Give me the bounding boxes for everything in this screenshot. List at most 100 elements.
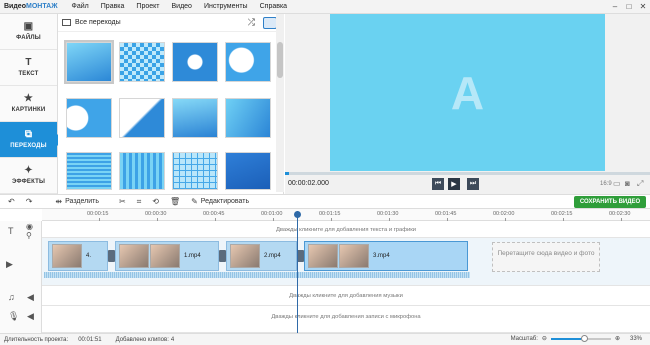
- clip-1[interactable]: 1.mp4: [115, 241, 219, 271]
- sidebar-item-text[interactable]: T ТЕКСТ: [0, 50, 57, 86]
- scale-label: Масштаб:: [510, 335, 538, 342]
- scale-value: 33%: [629, 335, 642, 342]
- close-icon[interactable]: ✕: [636, 2, 650, 11]
- sidebar-item-files[interactable]: ▣ ФАЙЛЫ: [0, 14, 57, 50]
- redo-button[interactable]: ↷: [26, 197, 36, 206]
- sidebar-item-label: ПЕРЕХОДЫ: [10, 143, 47, 149]
- clip-thumbnail: [119, 244, 149, 268]
- crop-icon[interactable]: ▭: [613, 179, 621, 188]
- video-track[interactable]: 4. 1.mp4 2.mp4 3.mp4 Перетащите сюда вид…: [42, 238, 650, 286]
- transition-thumbnail[interactable]: [66, 98, 112, 138]
- crop-icon: ⌗: [136, 196, 142, 206]
- play-icon[interactable]: ▶: [448, 178, 460, 190]
- text-track[interactable]: Дважды кликните для добавления текста и …: [42, 221, 650, 238]
- zoom-slider[interactable]: [550, 334, 611, 342]
- split-label: Разделить: [65, 198, 100, 205]
- zoom-slider-handle[interactable]: [580, 334, 588, 342]
- clip-thumbnail: [150, 244, 180, 268]
- cut-button[interactable]: ✂: [119, 197, 129, 206]
- eye-icon[interactable]: ◉: [26, 222, 33, 231]
- star-icon: ★: [23, 93, 34, 104]
- timecode: 00:00:02.000: [288, 180, 329, 187]
- sidebar-item-label: КАРТИНКИ: [11, 107, 46, 113]
- playhead-knob[interactable]: [294, 211, 301, 218]
- clip-thumbnail: [230, 244, 260, 268]
- transition-thumbnail[interactable]: [119, 152, 165, 190]
- text-track-hint: Дважды кликните для добавления текста и …: [275, 227, 417, 233]
- edit-button[interactable]: ✎ Редактировать: [191, 197, 249, 206]
- fullscreen-icon[interactable]: ⤢: [637, 179, 643, 189]
- sidebar-item-label: ТЕКСТ: [18, 71, 39, 77]
- clip-label: 4.: [86, 253, 92, 259]
- previous-icon[interactable]: ⏮: [432, 178, 444, 190]
- preview-progress[interactable]: [285, 172, 650, 175]
- transition-thumbnail[interactable]: [119, 42, 165, 82]
- clip-3[interactable]: 3.mp4: [304, 241, 468, 271]
- menu-edit[interactable]: Правка: [95, 3, 131, 10]
- maximize-icon[interactable]: □: [622, 2, 636, 11]
- playhead[interactable]: [294, 211, 301, 335]
- clip-2[interactable]: 2.mp4: [226, 241, 297, 271]
- sidebar-item-pictures[interactable]: ★ КАРТИНКИ: [0, 86, 57, 122]
- menu-file[interactable]: Файл: [66, 3, 95, 10]
- transition-thumbnail[interactable]: [66, 152, 112, 190]
- delete-button[interactable]: 🗑: [170, 197, 183, 206]
- transition-marker[interactable]: [219, 250, 226, 262]
- menu-help[interactable]: Справка: [254, 3, 293, 10]
- sidebar-item-label: ЭФФЕКТЫ: [11, 179, 46, 185]
- clip-4[interactable]: 4.: [48, 241, 108, 271]
- music-track[interactable]: Дважды кликните для добавления музыки: [42, 286, 650, 306]
- magic-wand-icon: ✦: [24, 165, 33, 176]
- crop-button[interactable]: ⌗: [137, 197, 145, 207]
- transition-marker[interactable]: [297, 250, 304, 262]
- menu-video[interactable]: Видео: [165, 3, 197, 10]
- transition-thumbnail[interactable]: [225, 98, 271, 138]
- volume-icon[interactable]: ◀: [27, 292, 34, 303]
- transition-marker[interactable]: [108, 250, 115, 262]
- window-controls: – □ ✕: [608, 2, 650, 11]
- save-video-button[interactable]: СОХРАНИТЬ ВИДЕО: [574, 196, 646, 208]
- app-name: ВидеоМОНТАЖ: [4, 3, 58, 10]
- sidebar-item-effects[interactable]: ✦ ЭФФЕКТЫ: [0, 158, 57, 194]
- split-button[interactable]: ⇹ Разделить: [55, 197, 99, 206]
- zoom-control: Масштаб: ⊖ ⊕ 33%: [510, 334, 642, 342]
- ruler-tick-label: 00:01:30: [377, 211, 399, 217]
- link-icon[interactable]: ⚲: [26, 231, 32, 240]
- media-dropzone[interactable]: Перетащите сюда видео и фото: [492, 242, 600, 272]
- transition-thumbnail[interactable]: [172, 152, 218, 190]
- transition-thumbnail[interactable]: [119, 98, 165, 138]
- zoom-in-icon[interactable]: ⊕: [615, 335, 620, 342]
- clip-label: 3.mp4: [373, 253, 390, 259]
- scrollbar-thumb[interactable]: [277, 42, 283, 78]
- library-title: Все переходы: [75, 19, 121, 26]
- transition-thumbnail[interactable]: [172, 98, 218, 138]
- menu-project[interactable]: Проект: [130, 3, 165, 10]
- transition-thumbnail[interactable]: [225, 42, 271, 82]
- grid-view-icon[interactable]: [263, 16, 277, 29]
- undo-button[interactable]: ↶: [8, 197, 18, 206]
- next-icon[interactable]: ⏭: [467, 178, 479, 190]
- menu-tools[interactable]: Инструменты: [198, 3, 254, 10]
- volume-icon[interactable]: ◀: [27, 311, 34, 322]
- clips-label: Добавлено клипов:: [115, 336, 169, 343]
- transition-thumbnail[interactable]: [172, 42, 218, 82]
- microphone-track[interactable]: Дважды кликните для добавления записи с …: [42, 306, 650, 333]
- camera-icon[interactable]: ◙: [625, 179, 630, 188]
- shuffle-icon[interactable]: ⤮: [248, 17, 255, 28]
- timeline-ruler[interactable]: 00:00:15 00:00:30 00:00:45 00:01:00 00:01:15…: [42, 209, 650, 221]
- transition-thumbnail[interactable]: [64, 40, 114, 84]
- zoom-out-icon[interactable]: ⊖: [542, 335, 547, 342]
- ruler-tick-label: 00:00:45: [203, 211, 225, 217]
- sidebar-item-transitions[interactable]: ⧉ ПЕРЕХОДЫ: [0, 122, 57, 158]
- clip-thumbnail: [52, 244, 82, 268]
- library-header: Все переходы ⤮: [58, 14, 283, 32]
- aspect-ratio[interactable]: 16:9: [600, 181, 612, 187]
- rotate-button[interactable]: ⟲: [152, 197, 162, 206]
- transition-thumbnail[interactable]: [225, 152, 271, 190]
- clips-value: 4: [170, 336, 175, 343]
- minimize-icon[interactable]: –: [608, 2, 622, 11]
- trash-icon: 🗑: [169, 197, 181, 206]
- library-scrollbar[interactable]: [276, 14, 284, 192]
- redo-icon: ↷: [25, 197, 33, 206]
- clip-label: 2.mp4: [264, 253, 281, 259]
